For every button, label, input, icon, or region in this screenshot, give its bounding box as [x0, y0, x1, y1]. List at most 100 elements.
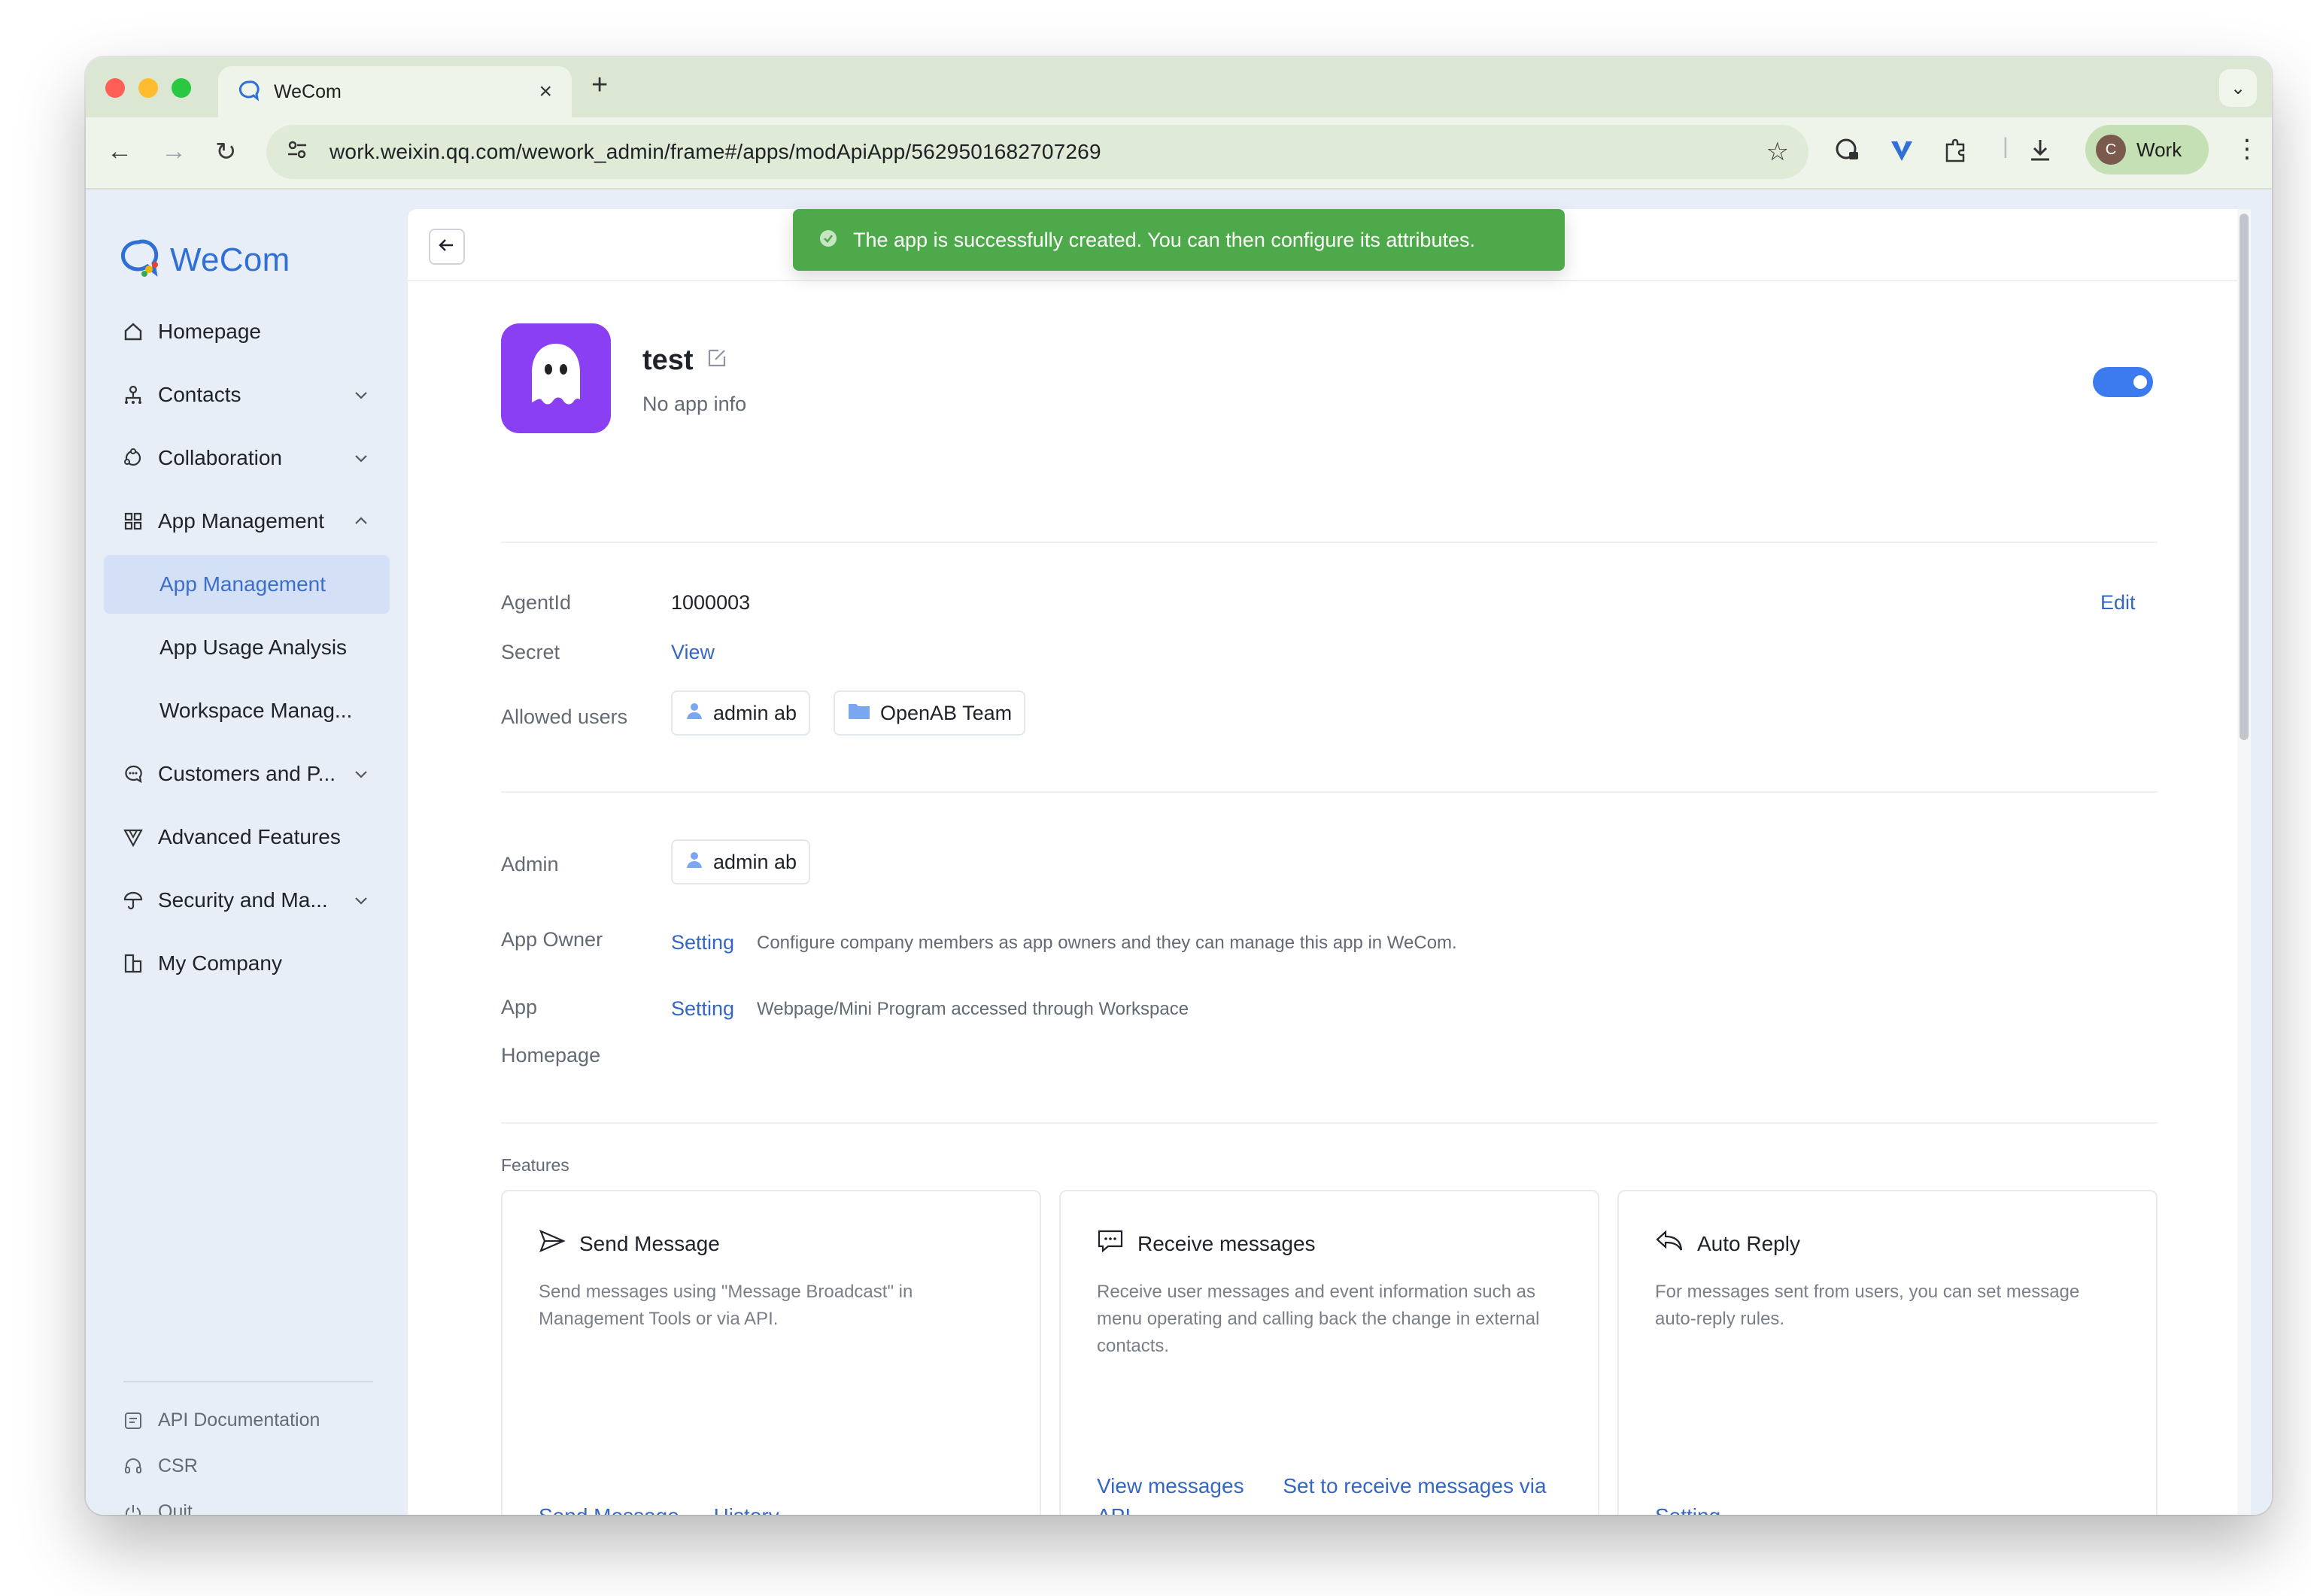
toast-text: The app is successfully created. You can…	[853, 228, 1475, 251]
app-homepage-label-line2: Homepage	[501, 1044, 601, 1067]
bookmark-star-icon[interactable]: ☆	[1766, 137, 1789, 167]
browser-toolbar: ← → ↻ work.weixin.qq.com/wework_admin/fr…	[86, 117, 2272, 190]
extension-v-icon[interactable]	[1888, 137, 1915, 170]
feature-card-receive-messages: Receive messages Receive user messages a…	[1059, 1190, 1599, 1515]
scrollbar-thumb[interactable]	[2240, 214, 2249, 740]
section-divider	[501, 542, 2158, 543]
brand-logo[interactable]: WeCom	[119, 238, 290, 282]
forward-arrow-icon[interactable]: →	[161, 137, 187, 166]
tab-strip: WeCom × + ⌄	[86, 57, 2272, 117]
extensions-puzzle-icon[interactable]	[1942, 137, 1969, 170]
feature-card-send-message: Send Message Send messages using "Messag…	[501, 1190, 1041, 1515]
sidebar-divider	[123, 1381, 373, 1382]
allowed-user-chip[interactable]: admin ab	[671, 690, 811, 736]
browser-window: WeCom × + ⌄ ← → ↻ work.weixin.qq.com/wew…	[86, 57, 2272, 1515]
sidebar-subitem-app-management[interactable]: App Management	[104, 555, 390, 614]
brand-text: WeCom	[170, 241, 290, 278]
admin-user-chip[interactable]: admin ab	[671, 839, 811, 884]
sidebar-subitem-app-usage-analysis[interactable]: App Usage Analysis	[104, 618, 390, 677]
sidebar-item-label: Security and Ma...	[158, 888, 328, 912]
apps-grid-icon	[122, 510, 144, 533]
wecom-logo-icon	[119, 238, 162, 282]
secret-label: Secret	[501, 641, 560, 663]
csr-link[interactable]: CSR	[123, 1443, 320, 1489]
sidebar-item-collaboration[interactable]: Collaboration	[104, 429, 390, 487]
site-settings-icon[interactable]	[286, 138, 316, 166]
reload-icon[interactable]: ↻	[215, 137, 237, 167]
feature-links: Setting	[1655, 1501, 1720, 1515]
document-icon	[123, 1411, 144, 1431]
send-message-link[interactable]: Send Message	[539, 1504, 679, 1515]
address-bar[interactable]: work.weixin.qq.com/wework_admin/frame#/a…	[266, 125, 1808, 179]
download-icon[interactable]	[2027, 137, 2054, 170]
chevron-down-icon	[351, 890, 372, 911]
sidebar-item-homepage[interactable]: Homepage	[104, 302, 390, 361]
view-messages-link[interactable]: View messages	[1097, 1474, 1244, 1497]
sidebar-item-security[interactable]: Security and Ma...	[104, 871, 390, 930]
allowed-department-chip[interactable]: OpenAB Team	[834, 690, 1026, 736]
back-button[interactable]	[429, 229, 465, 265]
features-label: Features	[501, 1155, 569, 1175]
agentid-label: AgentId	[501, 591, 572, 614]
feature-description: Send messages using "Message Broadcast" …	[539, 1282, 913, 1329]
allowed-users-label: Allowed users	[501, 705, 628, 728]
toolbar-divider: |	[2003, 134, 2009, 159]
auto-reply-setting-link[interactable]: Setting	[1655, 1504, 1720, 1515]
admin-user-name: admin ab	[713, 850, 797, 873]
umbrella-icon	[122, 889, 144, 912]
send-icon	[539, 1229, 566, 1258]
sidebar-item-customers[interactable]: Customers and P...	[104, 745, 390, 803]
sidebar-item-advanced-features[interactable]: Advanced Features	[104, 808, 390, 866]
back-arrow-icon[interactable]: ←	[107, 137, 132, 166]
feature-description: For messages sent from users, you can se…	[1655, 1282, 2080, 1329]
browser-menu-icon[interactable]: ⋮	[2234, 134, 2260, 164]
sidebar-item-label: App Management	[159, 572, 326, 596]
org-chart-icon	[122, 384, 144, 406]
quit-link[interactable]: Quit	[123, 1489, 320, 1515]
app-homepage-setting-link[interactable]: Setting	[671, 997, 734, 1021]
admin-label: Admin	[501, 853, 559, 875]
close-window-button[interactable]	[105, 78, 125, 98]
chevron-down-icon	[351, 448, 372, 469]
sidebar-item-label: Collaboration	[158, 446, 282, 469]
edit-name-icon[interactable]	[706, 344, 728, 377]
zoom-window-button[interactable]	[172, 78, 191, 98]
power-icon	[123, 1503, 144, 1515]
sidebar-subitem-workspace-management[interactable]: Workspace Manag...	[104, 681, 390, 740]
minimize-window-button[interactable]	[138, 78, 158, 98]
sidebar-item-label: My Company	[158, 951, 282, 975]
allowed-department-name: OpenAB Team	[880, 701, 1013, 724]
chat-bubble-icon	[122, 763, 144, 785]
sidebar-item-contacts[interactable]: Contacts	[104, 366, 390, 424]
wecom-favicon-icon	[238, 79, 260, 105]
app-info: No app info	[642, 393, 747, 415]
profile-button[interactable]: C Work	[2085, 125, 2209, 174]
sidebar-item-app-management[interactable]: App Management	[104, 492, 390, 551]
app-icon[interactable]	[501, 323, 611, 433]
app-owner-setting-link[interactable]: Setting	[671, 931, 734, 954]
advanced-features-icon	[122, 826, 144, 848]
success-toast: The app is successfully created. You can…	[793, 209, 1565, 271]
view-secret-link[interactable]: View	[671, 641, 715, 664]
app-enabled-toggle[interactable]	[2093, 367, 2153, 397]
edit-details-link[interactable]: Edit	[2100, 591, 2136, 614]
sidebar-item-label: Customers and P...	[158, 762, 336, 785]
feature-title-row: Auto Reply	[1655, 1229, 1800, 1258]
extension-shield-icon[interactable]	[1834, 137, 1861, 170]
collaboration-icon	[122, 447, 144, 469]
feature-links: Send Message History	[539, 1501, 1020, 1515]
tab-search-chevron-icon[interactable]: ⌄	[2219, 69, 2257, 107]
sidebar-item-my-company[interactable]: My Company	[104, 934, 390, 993]
browser-tab[interactable]: WeCom ×	[218, 66, 572, 117]
close-tab-icon[interactable]: ×	[539, 79, 552, 105]
ghost-icon	[523, 339, 589, 418]
toggle-knob	[2133, 375, 2147, 389]
new-tab-icon[interactable]: +	[591, 69, 608, 102]
api-documentation-link[interactable]: API Documentation	[123, 1397, 320, 1443]
feature-card-auto-reply: Auto Reply For messages sent from users,…	[1617, 1190, 2158, 1515]
app-owner-label: App Owner	[501, 928, 603, 951]
chevron-up-icon	[351, 511, 372, 532]
history-link[interactable]: History	[714, 1504, 779, 1515]
person-icon	[685, 701, 704, 726]
main-scrollbar[interactable]	[2237, 209, 2251, 1515]
